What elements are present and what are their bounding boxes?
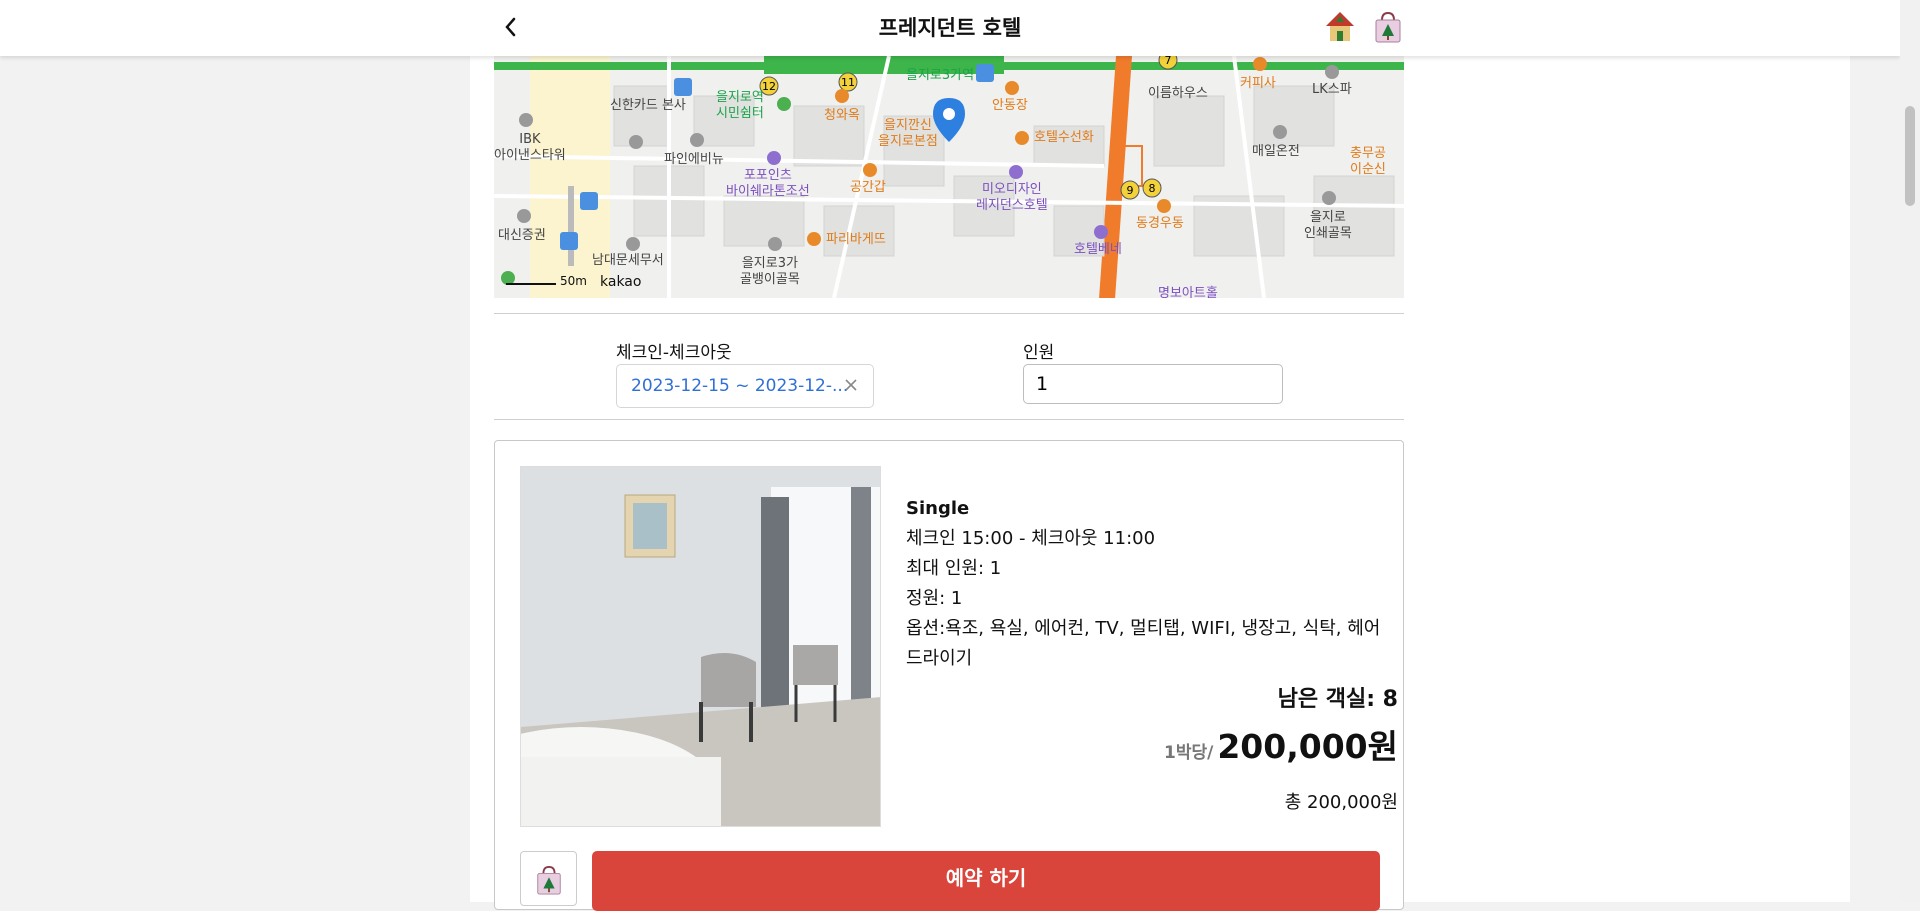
- room-price: 200,000원: [1217, 727, 1398, 766]
- total-price: 총 200,000원: [1284, 792, 1398, 813]
- divider: [494, 313, 1404, 314]
- map-label-four-points: 포포인츠 바이쉐라톤조선: [726, 168, 810, 199]
- map-label-andongjang: 안동장: [992, 98, 1028, 113]
- shopping-bag-icon: [536, 865, 561, 895]
- map-label-namdaemun-tax: 남대문세무서: [592, 253, 664, 268]
- map-label-daishin: 대신증권: [498, 228, 546, 243]
- map-provider-logo: kakao: [600, 274, 642, 290]
- remaining-rooms: 남은 객실: 8: [1277, 687, 1398, 712]
- svg-text:8: 8: [1149, 182, 1156, 195]
- add-to-wishlist-button[interactable]: [520, 851, 577, 906]
- scrollbar-thumb[interactable]: [1905, 106, 1915, 206]
- map-label-ibk: IBK 아이낸스타워: [494, 132, 566, 163]
- map-label-donggyeong-udon: 동경우동: [1136, 216, 1184, 231]
- home-button[interactable]: [1324, 10, 1356, 44]
- house-icon: [1326, 12, 1354, 41]
- map-label-cheongwaok: 청와옥: [824, 108, 860, 123]
- map-label-shinhan: 신한카드 본사: [610, 98, 686, 113]
- map-scale-label: 50m: [560, 274, 587, 288]
- svg-text:11: 11: [841, 76, 855, 89]
- location-map[interactable]: 12 11 9 8 7 신한카드 본사 IBK 아이낸스타워 대신증권 남대문세…: [494, 56, 1404, 298]
- guest-count-label: 인원: [1023, 343, 1055, 363]
- map-label-chungmu: 충무공 이순신: [1350, 146, 1386, 177]
- room-info: Single 체크인 15:00 - 체크아웃 11:00 최대 인원: 1 정…: [906, 494, 1381, 674]
- wishlist-button[interactable]: [1372, 10, 1404, 44]
- map-label-coffeesa: 커피사: [1240, 76, 1276, 91]
- map-label-myeongbo: 명보아트홀: [1158, 286, 1218, 298]
- map-label-hotel-susunhwa: 호텔수선화: [1034, 130, 1094, 145]
- scrollbar[interactable]: [1900, 0, 1920, 902]
- svg-text:7: 7: [1165, 56, 1172, 67]
- map-label-hotel-vene: 호텔베네: [1074, 242, 1122, 257]
- room-name: Single: [906, 498, 970, 519]
- map-label-paris-baguette: 파리바게뜨: [826, 232, 886, 247]
- chevron-left-icon: [505, 17, 516, 37]
- room-photo: [520, 466, 881, 827]
- map-label-irum-house: 이름하우스: [1148, 86, 1208, 101]
- map-label-euljiro3ga-station: 을지로3가역: [906, 68, 975, 83]
- divider: [494, 419, 1404, 420]
- per-night-label: 1박당/: [1164, 743, 1214, 763]
- close-icon[interactable]: [843, 377, 859, 393]
- date-range-label: 체크인-체크아웃: [616, 343, 732, 363]
- map-label-eulji-noodle: 을지깐신 을지로본점: [878, 118, 938, 149]
- shopping-bag-icon: [1375, 11, 1401, 43]
- map-label-euljiro-station: 을지로역 시민쉼터: [716, 90, 764, 121]
- date-range-value: 2023-12-15 ~ 2023-12-...: [631, 376, 849, 396]
- room-checkin-checkout: 체크인 15:00 - 체크아웃 11:00: [906, 528, 1156, 549]
- svg-text:12: 12: [762, 80, 776, 93]
- map-label-fine-avenue: 파인에비뉴: [664, 152, 724, 167]
- map-label-euljiro-print: 을지로 인쇄골목: [1304, 210, 1352, 241]
- page-title: 프레지던트 호텔: [878, 16, 1022, 40]
- room-options: 옵션:욕조, 욕실, 에어컨, TV, 멀티탭, WIFI, 냉장고, 식탁, …: [906, 618, 1381, 669]
- map-label-euljiro3ga-alley: 을지로3가 골뱅이골목: [740, 256, 800, 287]
- price-row: 1박당/ 200,000원: [1164, 720, 1398, 768]
- map-scale: 50m: [506, 274, 587, 288]
- top-bar: 프레지던트 호텔: [0, 0, 1900, 56]
- reserve-button[interactable]: 예약 하기: [592, 851, 1380, 911]
- guest-count-input[interactable]: [1023, 364, 1283, 404]
- date-range-picker[interactable]: 2023-12-15 ~ 2023-12-...: [616, 364, 874, 408]
- back-button[interactable]: [496, 12, 526, 42]
- room-capacity: 정원: 1: [906, 588, 963, 609]
- map-label-lk-spa: LK스파: [1312, 82, 1352, 97]
- map-label-gonggangap: 공간갑: [850, 180, 886, 195]
- svg-text:9: 9: [1127, 184, 1134, 197]
- map-label-maeil-onjeon: 매일온전: [1252, 144, 1300, 159]
- map-label-mio-design: 미오디자인 레지던스호텔: [976, 182, 1048, 213]
- room-max-guests: 최대 인원: 1: [906, 558, 1002, 579]
